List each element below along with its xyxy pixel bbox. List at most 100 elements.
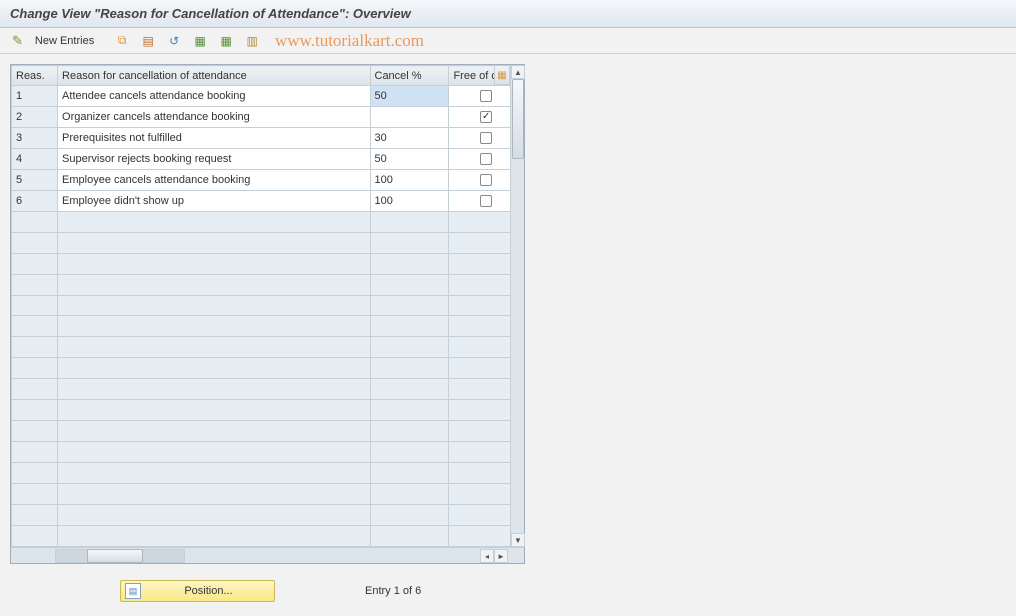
empty-cell[interactable] (58, 505, 370, 526)
cell-reas[interactable]: 4 (12, 148, 58, 169)
table-row-empty[interactable] (12, 421, 524, 442)
copy-as-button[interactable]: ⧉ (110, 31, 134, 51)
cell-reason[interactable]: Employee cancels attendance booking (58, 169, 370, 190)
cell-reason[interactable]: Employee didn't show up (58, 190, 370, 211)
cell-cancel-percent[interactable]: 50 (370, 148, 449, 169)
table-row[interactable]: 3Prerequisites not fulfilled30 (12, 127, 524, 148)
free-of-charge-checkbox[interactable] (480, 111, 492, 123)
empty-cell[interactable] (58, 526, 370, 547)
cell-reas[interactable]: 1 (12, 86, 58, 107)
empty-cell[interactable] (12, 358, 58, 379)
empty-cell[interactable] (58, 316, 370, 337)
cell-reason[interactable]: Organizer cancels attendance booking (58, 106, 370, 127)
empty-cell[interactable] (58, 232, 370, 253)
empty-cell[interactable] (58, 211, 370, 232)
empty-cell[interactable] (12, 316, 58, 337)
horizontal-scrollbar[interactable]: ◄ ▸ ◂ ► (11, 547, 524, 563)
cancellation-reasons-table[interactable]: Reas. Reason for cancellation of attenda… (11, 65, 524, 547)
empty-cell[interactable] (58, 484, 370, 505)
cell-reas[interactable]: 6 (12, 190, 58, 211)
empty-cell[interactable] (370, 442, 449, 463)
empty-cell[interactable] (58, 295, 370, 316)
col-header-reason[interactable]: Reason for cancellation of attendance (58, 66, 370, 86)
empty-cell[interactable] (58, 463, 370, 484)
table-row[interactable]: 6Employee didn't show up100 (12, 190, 524, 211)
empty-cell[interactable] (58, 274, 370, 295)
table-row-empty[interactable] (12, 463, 524, 484)
vertical-scrollbar[interactable]: ▲ ▼ (510, 65, 524, 547)
empty-cell[interactable] (370, 379, 449, 400)
empty-cell[interactable] (12, 484, 58, 505)
table-row[interactable]: 4Supervisor rejects booking request50 (12, 148, 524, 169)
empty-cell[interactable] (370, 484, 449, 505)
empty-cell[interactable] (12, 337, 58, 358)
empty-cell[interactable] (58, 253, 370, 274)
table-row-empty[interactable] (12, 484, 524, 505)
cell-reason[interactable]: Supervisor rejects booking request (58, 148, 370, 169)
empty-cell[interactable] (12, 442, 58, 463)
col-header-reas[interactable]: Reas. (12, 66, 58, 86)
table-row-empty[interactable] (12, 295, 524, 316)
col-header-cancel[interactable]: Cancel % (370, 66, 449, 86)
empty-cell[interactable] (370, 253, 449, 274)
empty-cell[interactable] (58, 358, 370, 379)
hscroll-right-end[interactable]: ► (494, 549, 508, 563)
empty-cell[interactable] (370, 505, 449, 526)
cell-cancel-percent[interactable]: 100 (370, 190, 449, 211)
table-row-empty[interactable] (12, 316, 524, 337)
vscroll-thumb[interactable] (512, 79, 524, 159)
empty-cell[interactable] (12, 232, 58, 253)
table-row[interactable]: 5Employee cancels attendance booking100 (12, 169, 524, 190)
table-row-empty[interactable] (12, 526, 524, 547)
empty-cell[interactable] (370, 211, 449, 232)
empty-cell[interactable] (12, 274, 58, 295)
cell-reason[interactable]: Attendee cancels attendance booking (58, 86, 370, 107)
table-row-empty[interactable] (12, 379, 524, 400)
table-settings-button[interactable]: ▦ (494, 65, 510, 85)
free-of-charge-checkbox[interactable] (480, 90, 492, 102)
empty-cell[interactable] (12, 526, 58, 547)
table-row-empty[interactable] (12, 442, 524, 463)
cell-cancel-percent[interactable]: 100 (370, 169, 449, 190)
scroll-up-button[interactable]: ▲ (511, 65, 525, 79)
deselect-all-button[interactable]: ▥ (240, 31, 264, 51)
empty-cell[interactable] (12, 211, 58, 232)
change-mode-button[interactable]: ✎ (8, 31, 27, 51)
table-row-empty[interactable] (12, 274, 524, 295)
cell-cancel-percent[interactable]: 50 (370, 86, 449, 107)
empty-cell[interactable] (12, 463, 58, 484)
empty-cell[interactable] (370, 295, 449, 316)
empty-cell[interactable] (370, 316, 449, 337)
table-row[interactable]: 2Organizer cancels attendance booking (12, 106, 524, 127)
cell-reas[interactable]: 3 (12, 127, 58, 148)
table-row-empty[interactable] (12, 337, 524, 358)
empty-cell[interactable] (370, 274, 449, 295)
table-row-empty[interactable] (12, 505, 524, 526)
empty-cell[interactable] (12, 253, 58, 274)
table-row-empty[interactable] (12, 358, 524, 379)
empty-cell[interactable] (58, 379, 370, 400)
empty-cell[interactable] (58, 442, 370, 463)
empty-cell[interactable] (370, 526, 449, 547)
empty-cell[interactable] (58, 337, 370, 358)
new-entries-button[interactable]: New Entries (29, 31, 100, 51)
delete-button[interactable]: ▤ (136, 31, 160, 51)
empty-cell[interactable] (12, 421, 58, 442)
cell-reason[interactable]: Prerequisites not fulfilled (58, 127, 370, 148)
hscroll-thumb[interactable] (87, 549, 143, 563)
undo-button[interactable]: ↺ (162, 31, 186, 51)
empty-cell[interactable] (370, 337, 449, 358)
empty-cell[interactable] (370, 421, 449, 442)
free-of-charge-checkbox[interactable] (480, 132, 492, 144)
hscroll-right[interactable]: ◂ (480, 549, 494, 563)
cell-cancel-percent[interactable]: 30 (370, 127, 449, 148)
empty-cell[interactable] (370, 358, 449, 379)
table-row-empty[interactable] (12, 253, 524, 274)
empty-cell[interactable] (12, 379, 58, 400)
empty-cell[interactable] (58, 421, 370, 442)
empty-cell[interactable] (12, 295, 58, 316)
empty-cell[interactable] (370, 463, 449, 484)
position-button[interactable]: ▤ Position... (120, 580, 275, 602)
select-block-button[interactable]: ▦ (214, 31, 238, 51)
cell-cancel-percent[interactable] (370, 106, 449, 127)
